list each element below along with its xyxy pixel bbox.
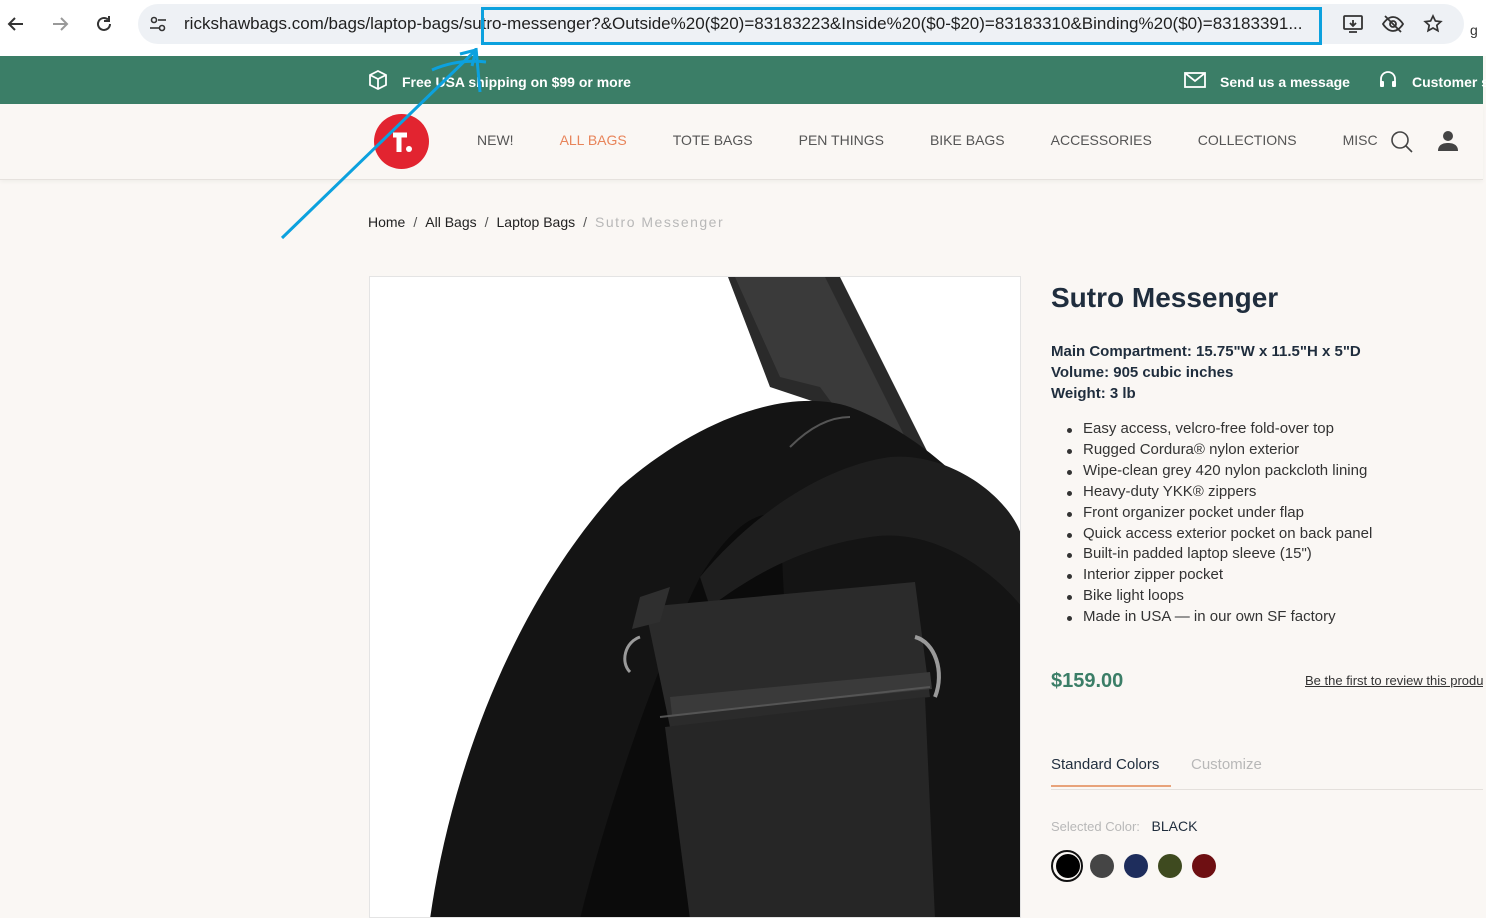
feature-list: Easy access, velcro-free fold-over top R… [1064, 419, 1372, 628]
breadcrumb-current: Sutro Messenger [595, 214, 725, 230]
feature-item: Rugged Cordura® nylon exterior [1064, 440, 1372, 461]
selected-color-value: BLACK [1151, 818, 1198, 834]
search-icon[interactable] [1390, 130, 1414, 158]
breadcrumb-separator: / [484, 214, 489, 230]
breadcrumb-separator: / [413, 214, 418, 230]
nav-item[interactable]: MISC [1343, 132, 1378, 148]
color-swatches [1051, 850, 1221, 882]
breadcrumb-laptop-bags[interactable]: Laptop Bags [497, 214, 576, 230]
color-swatch[interactable] [1153, 850, 1187, 882]
breadcrumb-home[interactable]: Home [368, 214, 405, 230]
color-swatch[interactable] [1187, 850, 1221, 882]
color-swatch[interactable] [1119, 850, 1153, 882]
feature-item: Made in USA — in our own SF factory [1064, 607, 1372, 628]
feature-item: Wipe-clean grey 420 nylon packcloth lini… [1064, 461, 1372, 482]
send-message-link[interactable]: Send us a message [1184, 72, 1350, 91]
annotation-highlight-box [481, 7, 1322, 45]
install-app-icon[interactable] [1340, 11, 1366, 37]
customer-service-link[interactable]: Customer ser [1378, 70, 1486, 93]
feature-item: Easy access, velcro-free fold-over top [1064, 419, 1372, 440]
spec-line: Weight: 3 lb [1051, 385, 1136, 402]
mail-icon [1184, 72, 1206, 91]
review-link[interactable]: Be the first to review this product [1305, 673, 1483, 688]
feature-item: Heavy-duty YKK® zippers [1064, 482, 1372, 503]
eye-off-icon[interactable] [1380, 11, 1406, 37]
tab-customize[interactable]: Customize [1191, 756, 1262, 773]
breadcrumb-all-bags[interactable]: All Bags [425, 214, 476, 230]
bookmark-star-icon[interactable] [1420, 11, 1446, 37]
nav-item[interactable]: ALL BAGS [560, 132, 627, 148]
spec-line: Volume: 905 cubic inches [1051, 364, 1234, 381]
nav-item[interactable]: COLLECTIONS [1198, 132, 1297, 148]
site-settings-icon[interactable] [148, 14, 168, 34]
tab-standard-colors[interactable]: Standard Colors [1051, 756, 1171, 787]
breadcrumb: Home / All Bags / Laptop Bags / Sutro Me… [368, 214, 724, 230]
site-header: NEW! ALL BAGS TOTE BAGS PEN THINGS BIKE BAGS… [0, 104, 1483, 180]
feature-item: Bike light loops [1064, 586, 1372, 607]
spec-line: Main Compartment: 15.75"W x 11.5"H x 5"D [1051, 343, 1361, 360]
box-icon [368, 69, 388, 93]
main-nav: NEW! ALL BAGS TOTE BAGS PEN THINGS BIKE BAGS… [477, 132, 1378, 148]
nav-item[interactable]: ACCESSORIES [1051, 132, 1152, 148]
nav-item[interactable]: BIKE BAGS [930, 132, 1005, 148]
nav-item[interactable]: TOTE BAGS [673, 132, 753, 148]
selected-color-label: Selected Color: [1051, 819, 1140, 834]
customer-service-label: Customer ser [1411, 73, 1486, 90]
rickshaw-logo[interactable] [374, 114, 429, 169]
product-image[interactable] [369, 276, 1021, 918]
forward-icon[interactable] [46, 10, 74, 38]
product-price: $159.00 [1051, 670, 1124, 692]
color-swatch[interactable] [1051, 850, 1085, 882]
color-swatch[interactable] [1085, 850, 1119, 882]
feature-item: Quick access exterior pocket on back pan… [1064, 524, 1372, 545]
feature-item: Built-in padded laptop sleeve (15") [1064, 544, 1372, 565]
reload-icon[interactable] [90, 10, 118, 38]
back-icon[interactable] [2, 10, 30, 38]
side-text: g [1470, 22, 1478, 38]
product-title: Sutro Messenger [1051, 282, 1279, 313]
breadcrumb-separator: / [583, 214, 588, 230]
product-specs: Main Compartment: 15.75"W x 11.5"H x 5"D… [1051, 341, 1361, 404]
headset-icon [1378, 70, 1398, 93]
nav-item[interactable]: NEW! [477, 132, 514, 148]
color-tabs: Standard Colors Customize [1051, 754, 1483, 790]
account-icon[interactable] [1437, 130, 1459, 156]
feature-item: Front organizer pocket under flap [1064, 503, 1372, 524]
free-shipping-text: Free USA shipping on $99 or more [402, 73, 631, 90]
send-message-label: Send us a message [1220, 73, 1350, 90]
promo-bar: Free USA shipping on $99 or more Send us… [0, 56, 1486, 104]
selected-color: Selected Color: BLACK [1051, 818, 1197, 834]
feature-item: Interior zipper pocket [1064, 565, 1372, 586]
nav-item[interactable]: PEN THINGS [799, 132, 884, 148]
